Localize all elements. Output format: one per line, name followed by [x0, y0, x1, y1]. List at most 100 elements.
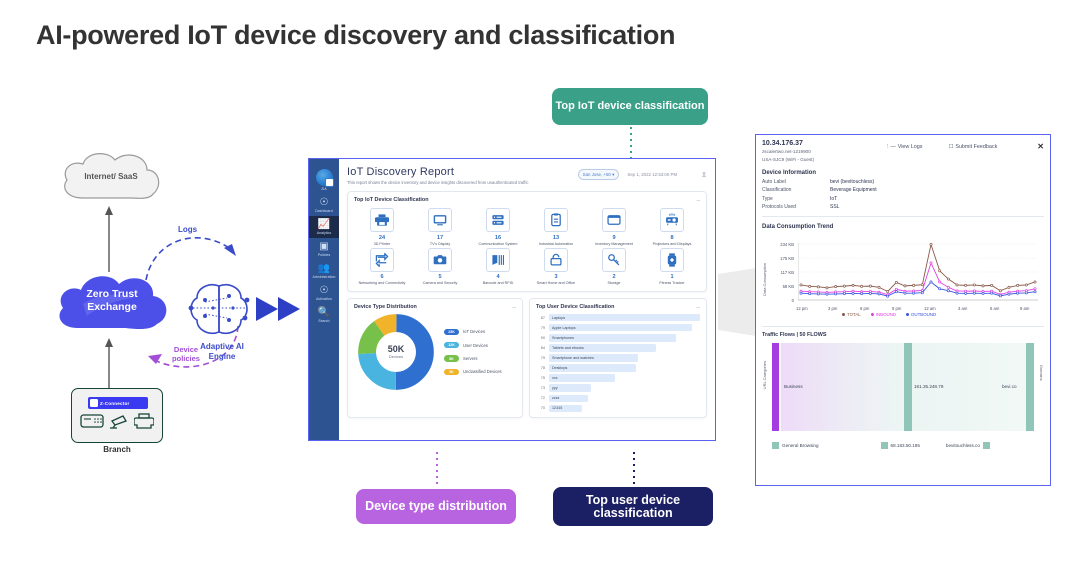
dashboard-lower-row: Device Type Distribution – 50K Devices 2…: [347, 297, 707, 418]
sidebar-item-search[interactable]: 🔍 Search: [309, 304, 339, 326]
globe-icon: [315, 169, 334, 187]
iot-device-item[interactable]: 16 Communication System: [470, 208, 526, 246]
device-distribution-donut: 50K Devices: [358, 313, 434, 390]
dashboard-main: IoT Discovery Report This report shows t…: [339, 159, 715, 440]
bar-row: 70 12345: [536, 404, 700, 413]
internet-saas-cloud: Internet/ SaaS: [57, 148, 165, 210]
dashboard-title: IoT Discovery Report: [347, 166, 455, 178]
data-consumption-title: Data Consumption Trend: [762, 224, 834, 230]
iot-device-item[interactable]: 8 Projectors and Displays: [644, 208, 700, 246]
bar-row: 78 Desktops: [536, 364, 700, 372]
legend-item: 12K User Devices: [444, 341, 502, 349]
callout-top-iot-classification[interactable]: Top IoT device classification: [552, 88, 708, 125]
sidebar-item-analytics[interactable]: 📈 Analytics: [309, 216, 339, 238]
donut-legend: 25K IoT Devices 12K User Devices 8K Serv…: [444, 328, 502, 376]
trend-lines: [798, 243, 1038, 301]
clipboard-icon: [544, 208, 568, 232]
iot-device-item[interactable]: 6 Networking and Connectivity: [354, 247, 410, 286]
iot-device-item[interactable]: 1 Fitness Tracker: [644, 247, 700, 286]
close-icon[interactable]: ✕: [1037, 142, 1044, 151]
callout-top-user-device[interactable]: Top user device classification: [553, 487, 713, 526]
location-filter-chip[interactable]: San Jose, +50 ▾: [577, 169, 620, 180]
submit-feedback-button[interactable]: ☐ Submit Feedback: [949, 144, 998, 150]
arrow-up-internet: [105, 206, 113, 272]
logs-icon: ⋮—: [884, 143, 896, 150]
bar-row: 72 zzzz: [536, 394, 700, 403]
iot-discovery-dashboard: ZIA ☉ Dashboard 📈 Analytics ▣ Policies 👥…: [308, 158, 716, 441]
callout-device-type-distribution[interactable]: Device type distribution: [356, 489, 516, 524]
printer-icon: [370, 208, 394, 232]
iot-device-item[interactable]: 17 TV's Display: [412, 208, 468, 246]
bar-row: 90 Smartphones: [536, 334, 700, 342]
x-tick: 9 am: [1020, 306, 1030, 311]
device-info-row: Protocols Used SSL: [762, 204, 840, 210]
sidebar-item-administration[interactable]: 👥 Administration: [309, 260, 339, 282]
arrow-up-branch: [105, 338, 113, 390]
sankey-category-label: Business: [784, 384, 803, 389]
iot-device-item[interactable]: 5 Camera and Security: [412, 247, 468, 286]
collapse-icon[interactable]: –: [697, 198, 700, 204]
device-info-row: Auto Label bevi (bevitouchless): [762, 178, 875, 185]
dashboard-subtitle: This report shows the device inventory a…: [347, 180, 529, 185]
lock-icon: [544, 247, 568, 272]
iot-device-item[interactable]: 3 Smart Home and Office: [528, 247, 584, 286]
view-logs-button[interactable]: ⋮— View Logs: [885, 144, 923, 150]
sidebar-item-dashboard[interactable]: ☉ Dashboard: [309, 194, 339, 216]
card-title: Device Type Distribution: [354, 303, 417, 310]
bar-row: 75 xxx: [536, 374, 700, 382]
iot-device-item[interactable]: 13 Industrial Automation: [528, 208, 584, 246]
chart-icon: 📈: [317, 219, 331, 230]
printer-icon: [134, 413, 154, 429]
activate-icon: ☉: [319, 285, 329, 296]
device-type-distribution-card: Device Type Distribution – 50K Devices 2…: [347, 297, 523, 418]
device-info-row: Classification Beverage Equipment: [762, 187, 877, 193]
collapse-icon[interactable]: –: [697, 305, 700, 311]
branch-label: Branch: [103, 445, 131, 454]
adaptive-ai-engine-label: Adaptive AI Engine: [200, 342, 244, 361]
bar-row: 73 yyy: [536, 384, 700, 392]
page-title: AI-powered IoT device discovery and clas…: [36, 20, 676, 50]
device-detail-panel: 10.34.176.37 zscalertwo.net-1219900 USA-…: [755, 134, 1051, 486]
sankey-secondary-row: General Browsing 68.183.50.195 bevitouch…: [772, 442, 1048, 449]
collapse-icon[interactable]: –: [513, 305, 516, 311]
iot-device-item[interactable]: 4 Barcode and RFID: [470, 247, 526, 286]
z-connector-icon: [90, 399, 98, 407]
dashboard-header: IoT Discovery Report This report shows t…: [347, 166, 707, 185]
legend-item: 5K Unclassified Devices: [444, 368, 502, 376]
x-tick: 12 pm: [796, 306, 808, 311]
server-icon: [486, 208, 510, 232]
sidebar-item-zia[interactable]: ZIA: [309, 164, 339, 194]
legend-outbound: OUTBOUND: [906, 312, 936, 317]
sidebar-item-activation[interactable]: ☉ Activation: [309, 282, 339, 304]
z-connector-label: Z-Connector: [100, 400, 130, 406]
architecture-diagram: Internet/ SaaS Zero Trust Exchange Logs …: [0, 70, 310, 520]
router-icon: [80, 414, 104, 428]
y-tick: 58 KB: [782, 284, 794, 289]
chart-legend: TOTAL INBOUND OUTBOUND: [842, 312, 936, 317]
data-consumption-chart: Data Consumption 234 KB 175 KB 117 KB 58…: [762, 234, 1044, 320]
share-icon[interactable]: ⇫: [701, 171, 707, 179]
y-tick: 0: [791, 298, 794, 303]
legend-swatch: [772, 442, 779, 449]
watch-icon: [660, 247, 684, 272]
traffic-flows-sankey: URL Categories Domains Business 161.35.2…: [762, 341, 1044, 449]
iot-device-item[interactable]: 9 Inventory Management: [586, 208, 642, 246]
bar-row: 84 Tablets and ebooks: [536, 344, 700, 352]
device-info-row: Type IoT: [762, 195, 838, 202]
top-user-device-classification-card: Top User Device Classification – 87 Lapt…: [529, 297, 707, 418]
card-title: Top IoT Device Classification: [354, 197, 429, 203]
x-tick: 3 am: [958, 306, 968, 311]
sidebar-item-policies[interactable]: ▣ Policies: [309, 238, 339, 260]
iot-device-item[interactable]: 24 3D Printer: [354, 208, 410, 246]
projector-icon: [660, 208, 684, 232]
bar-row: 79 Smartphone and watches: [536, 354, 700, 362]
legend-inbound: INBOUND: [870, 312, 896, 317]
x-tick: 12 am: [924, 306, 936, 311]
dashboard-sidebar: ZIA ☉ Dashboard 📈 Analytics ▣ Policies 👥…: [309, 159, 339, 440]
window-icon: [602, 208, 626, 232]
y-tick: 175 KB: [780, 256, 794, 261]
x-tick: 9 pm: [892, 306, 902, 311]
iot-device-item[interactable]: 2 Storage: [586, 247, 642, 286]
bar-row: 79 Apple Laptops: [536, 323, 700, 332]
shield-icon: ▣: [319, 241, 329, 252]
